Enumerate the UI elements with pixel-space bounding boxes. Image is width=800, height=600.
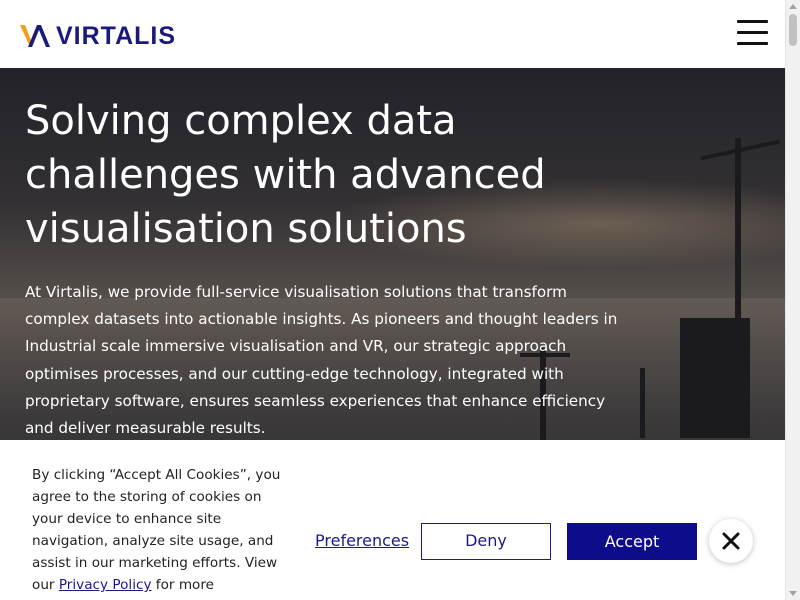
cookie-banner: By clicking “Accept All Cookies”, you ag… — [0, 440, 785, 600]
preferences-button[interactable]: Preferences — [315, 530, 409, 552]
page-scrollbar[interactable] — [785, 0, 800, 600]
virtalis-logo[interactable]: VIRTALIS — [20, 22, 176, 50]
scrollbar-thumb[interactable] — [789, 14, 797, 46]
cookie-message-tail: for more — [151, 577, 215, 593]
scroll-up-arrow-icon[interactable] — [789, 4, 797, 9]
deny-button[interactable]: Deny — [421, 523, 551, 560]
hamburger-menu-icon[interactable] — [737, 19, 769, 45]
virtalis-logo-mark-icon — [20, 25, 50, 47]
logo-text: VIRTALIS — [56, 22, 177, 50]
cookie-message-text: By clicking “Accept All Cookies”, you ag… — [32, 467, 281, 593]
accept-button[interactable]: Accept — [567, 523, 697, 560]
site-header: VIRTALIS — [0, 0, 785, 68]
crane-silhouette — [640, 368, 645, 438]
scroll-down-arrow-icon[interactable] — [789, 591, 797, 596]
hero-description: At Virtalis, we provide full-service vis… — [25, 283, 618, 438]
hero-title: Solving complex data challenges with adv… — [25, 98, 546, 252]
crane-silhouette — [680, 318, 750, 438]
cookie-message: By clicking “Accept All Cookies”, you ag… — [32, 464, 282, 596]
close-icon[interactable] — [709, 519, 753, 563]
privacy-policy-link[interactable]: Privacy Policy — [59, 577, 152, 593]
